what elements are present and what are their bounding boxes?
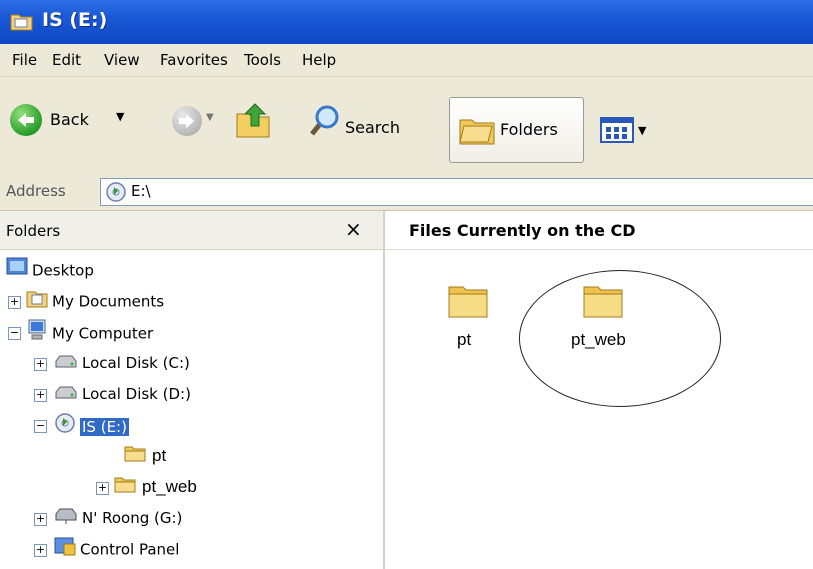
folders-icon xyxy=(458,112,496,150)
hard-drive-icon xyxy=(54,382,78,408)
tree-item-label: Control Panel xyxy=(80,540,180,559)
tree-item-label: pt_web xyxy=(142,477,197,496)
forward-arrow-icon[interactable] xyxy=(172,106,202,136)
address-value: E:\ xyxy=(131,182,151,200)
tree-item-desktop[interactable]: Desktop xyxy=(6,257,94,283)
cd-drive-icon xyxy=(54,412,76,442)
expand-icon[interactable]: + xyxy=(34,358,47,371)
menu-file[interactable]: File xyxy=(12,51,37,69)
collapse-icon[interactable]: − xyxy=(34,420,47,433)
highlight-ellipse xyxy=(519,270,721,407)
address-bar: Address E:\ xyxy=(0,174,813,211)
folders-label: Folders xyxy=(500,120,558,139)
hard-drive-icon xyxy=(54,351,78,377)
back-arrow-icon[interactable] xyxy=(10,104,42,136)
folders-button[interactable]: Folders xyxy=(449,97,584,163)
tree-item-local-disk-c[interactable]: Local Disk (C:) xyxy=(54,350,190,376)
address-input[interactable]: E:\ xyxy=(100,178,813,206)
cd-drive-icon xyxy=(105,181,127,207)
title-bar: IS (E:) xyxy=(0,0,813,44)
tree-item-label: My Documents xyxy=(52,292,165,311)
menu-favorites[interactable]: Favorites xyxy=(160,51,228,69)
menu-edit[interactable]: Edit xyxy=(52,51,81,69)
expand-icon[interactable]: + xyxy=(96,482,109,495)
expand-icon[interactable]: + xyxy=(34,544,47,557)
menu-help[interactable]: Help xyxy=(302,51,336,69)
folders-pane-title: Folders xyxy=(6,222,61,240)
tree-item-pt-web[interactable]: pt_web xyxy=(114,474,197,500)
window-title: IS (E:) xyxy=(42,9,108,31)
expand-icon[interactable]: + xyxy=(34,513,47,526)
tree-item-n-roong-g[interactable]: N' Roong (G:) xyxy=(54,505,182,531)
folder-icon xyxy=(124,444,146,470)
tree-item-pt[interactable]: pt xyxy=(124,443,166,469)
my-computer-icon xyxy=(26,319,48,349)
tree-item-my-computer[interactable]: My Computer xyxy=(26,319,153,345)
back-dropdown-icon[interactable]: ▼ xyxy=(116,110,124,123)
menu-view[interactable]: View xyxy=(104,51,140,69)
expand-icon[interactable]: + xyxy=(8,296,21,309)
folders-pane: Folders × Desktop + My Documents − My Co… xyxy=(0,211,385,569)
folder-icon[interactable] xyxy=(447,281,489,319)
search-icon[interactable] xyxy=(304,104,340,144)
tree-item-label: Local Disk (C:) xyxy=(82,354,190,372)
network-drive-icon xyxy=(54,506,78,532)
tree-item-control-panel[interactable]: Control Panel xyxy=(54,536,179,562)
menu-tools[interactable]: Tools xyxy=(244,51,281,69)
up-folder-icon[interactable] xyxy=(233,100,273,144)
expand-icon[interactable]: + xyxy=(34,389,47,402)
tree-item-label: Local Disk (D:) xyxy=(82,385,191,403)
control-panel-icon xyxy=(54,536,76,564)
tree-item-label: pt xyxy=(152,446,167,465)
back-button[interactable]: Back xyxy=(50,110,89,129)
menu-bar: File Edit View Favorites Tools Help xyxy=(0,44,813,77)
toolbar xyxy=(0,77,813,175)
forward-dropdown-icon[interactable]: ▼ xyxy=(206,112,214,123)
address-label: Address xyxy=(6,182,66,200)
tree-item-label: Desktop xyxy=(32,261,94,280)
desktop-icon xyxy=(6,257,28,285)
folder-window-icon xyxy=(10,11,34,31)
content-header: Files Currently on the CD xyxy=(385,211,813,250)
tree-item-local-disk-d[interactable]: Local Disk (D:) xyxy=(54,381,191,407)
views-icon[interactable] xyxy=(600,117,634,147)
tree-item-is-e[interactable]: IS (E:) xyxy=(54,412,129,438)
tree-item-label: N' Roong (G:) xyxy=(82,509,183,527)
my-documents-icon xyxy=(26,288,48,316)
search-button[interactable]: Search xyxy=(345,118,400,137)
tree-item-label-selected: IS (E:) xyxy=(80,417,129,436)
collapse-icon[interactable]: − xyxy=(8,327,21,340)
content-item-pt-label[interactable]: pt xyxy=(457,330,471,350)
views-dropdown-icon[interactable]: ▼ xyxy=(638,124,646,137)
folders-pane-header: Folders × xyxy=(0,211,383,250)
tree-item-my-documents[interactable]: My Documents xyxy=(26,288,164,314)
close-icon[interactable]: × xyxy=(345,217,362,241)
folder-icon xyxy=(114,475,136,501)
tree-item-label: My Computer xyxy=(52,324,154,343)
content-title: Files Currently on the CD xyxy=(409,221,636,240)
